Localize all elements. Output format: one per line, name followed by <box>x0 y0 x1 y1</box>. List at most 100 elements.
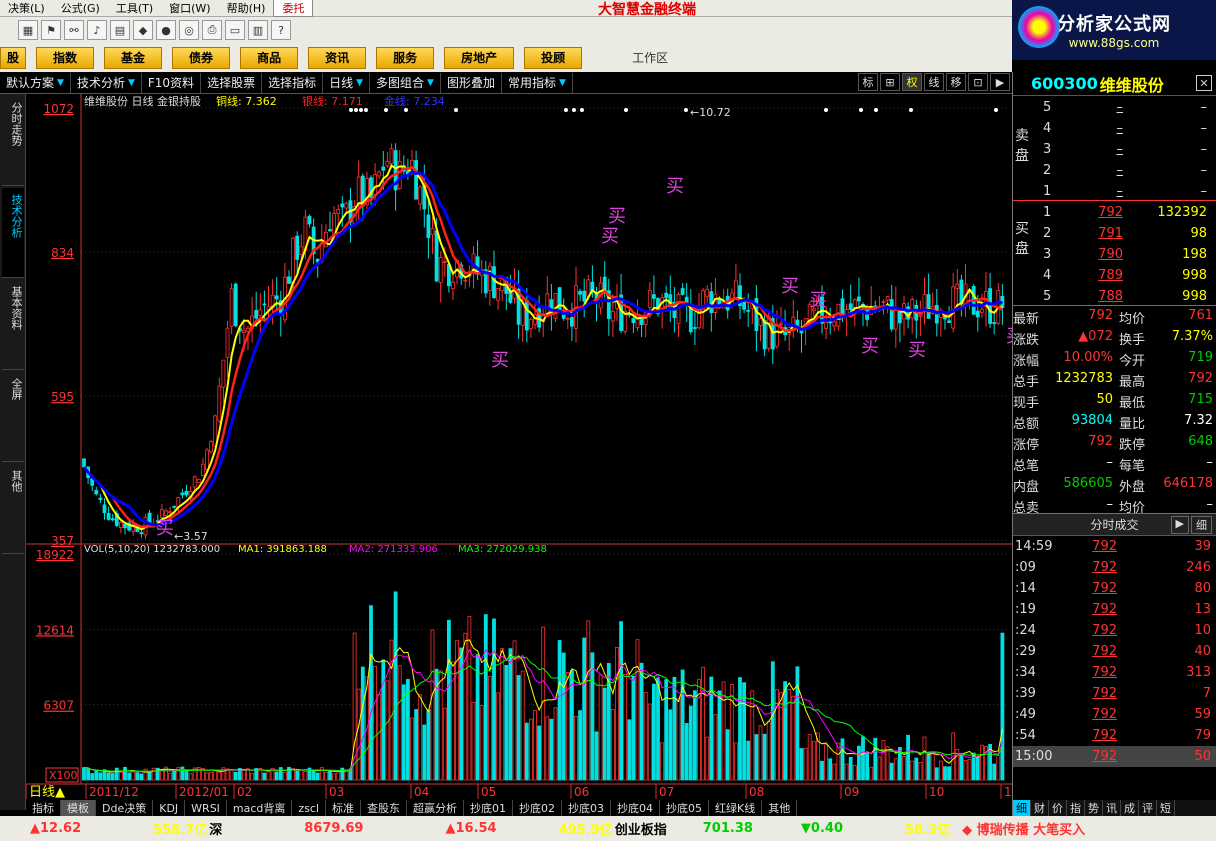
chart-tab[interactable]: 图形叠加 <box>441 72 502 93</box>
chart-tool-button[interactable]: ⊡ <box>968 73 988 91</box>
nav-button[interactable]: 房地产 <box>444 46 515 69</box>
indicator-tab[interactable]: 抄底01 <box>464 800 514 816</box>
candle-body <box>992 322 997 324</box>
nav-button[interactable]: 投顾 <box>524 46 583 69</box>
chart-icon[interactable]: ▤ <box>110 20 130 40</box>
alarm-icon[interactable]: ♪ <box>87 20 107 40</box>
chart-tool-button[interactable]: ⊞ <box>880 73 900 91</box>
binoculars-icon[interactable]: ⚯ <box>64 20 84 40</box>
indicator-tab[interactable]: 查股东 <box>361 800 408 816</box>
side-tab[interactable]: 技术分析 <box>2 188 24 278</box>
chart-tab[interactable]: 技术分析 ▼ <box>71 72 142 93</box>
chart-tab[interactable]: 多图组合 ▼ <box>370 72 441 93</box>
chart-tab[interactable]: 选择股票 <box>201 72 263 93</box>
side-tab[interactable]: 分时走势 <box>2 96 24 186</box>
menu-item[interactable]: 帮助(H) <box>219 0 274 16</box>
indicator-tab[interactable]: 模板 <box>61 800 96 816</box>
menu-item[interactable]: 工具(T) <box>108 0 161 16</box>
chart-tab[interactable]: F10资料 <box>142 72 202 93</box>
grid-icon[interactable]: ▦ <box>18 20 38 40</box>
kline-chart[interactable]: 1072 834 595 357 维维股份 日线 金银持股 铜线: 7.362 银线: 7.… <box>26 94 1012 800</box>
flag-icon[interactable]: ⚑ <box>41 20 61 40</box>
chart-tool-button[interactable]: 线 <box>924 73 944 91</box>
candle-body <box>356 176 361 206</box>
book-icon[interactable]: ▥ <box>248 20 268 40</box>
panel-tab[interactable]: 价 <box>1049 800 1067 816</box>
detail-button[interactable]: 细 <box>1191 516 1212 534</box>
indicator-tab[interactable]: 标准 <box>326 800 362 816</box>
panel-tab[interactable]: 成 <box>1121 800 1139 816</box>
indicator-tab[interactable]: 抄底02 <box>513 800 563 816</box>
indicator-tab[interactable]: KDJ <box>153 800 186 816</box>
close-icon[interactable]: ✕ <box>1196 75 1212 91</box>
volume-bar <box>537 725 542 781</box>
globe-icon[interactable]: ◎ <box>179 20 199 40</box>
volume-bar <box>918 762 923 781</box>
chart-tab[interactable]: 选择指标 <box>262 72 324 93</box>
circle-icon[interactable]: ● <box>156 20 176 40</box>
candle-body <box>291 237 296 284</box>
candle-body <box>951 286 956 329</box>
panel-tab[interactable]: 讯 <box>1103 800 1121 816</box>
nav-button[interactable]: 股 <box>0 46 27 69</box>
chart-tab[interactable]: 日线 ▼ <box>323 72 371 93</box>
panel-tab[interactable]: 指 <box>1067 800 1085 816</box>
chart-tab[interactable]: 默认方案 ▼ <box>0 72 71 93</box>
chart-tab[interactable]: 常用指标 ▼ <box>502 72 573 93</box>
panel-tab[interactable]: 评 <box>1139 800 1157 816</box>
chart-tool-button[interactable]: 标 <box>858 73 878 91</box>
indicator-tab[interactable]: 指标 <box>26 800 61 816</box>
indicator-tab[interactable]: 超赢分析 <box>407 800 465 816</box>
panel-tab[interactable]: 财 <box>1031 800 1049 816</box>
nav-button[interactable]: 基金 <box>104 46 163 69</box>
candle-body <box>225 327 230 358</box>
signal-dot <box>909 108 913 112</box>
indicator-tab[interactable]: 抄底05 <box>660 800 710 816</box>
help-icon[interactable]: ? <box>271 20 291 40</box>
tick-row: 14:59 792 39 <box>1013 536 1216 557</box>
candle-body <box>824 322 828 330</box>
volume-bar <box>217 771 222 781</box>
nav-button[interactable]: 服务 <box>376 46 435 69</box>
tick-price: 792 <box>1092 644 1117 659</box>
panel-tab[interactable]: 短 <box>1157 800 1175 816</box>
side-tab[interactable]: 全屏 <box>2 372 24 462</box>
sell-label: 卖盘 <box>1015 128 1029 164</box>
panel-tab[interactable]: 细 <box>1013 800 1031 816</box>
menu-item[interactable]: 窗口(W) <box>161 0 218 16</box>
tick-row: :39 792 7 <box>1013 683 1216 704</box>
indicator-tab[interactable]: macd背离 <box>227 800 293 816</box>
nav-button[interactable]: 资讯 <box>308 46 367 69</box>
indicator-tab[interactable]: 抄底04 <box>611 800 661 816</box>
indicator-tab[interactable]: Dde决策 <box>96 800 154 816</box>
candle-body <box>102 504 107 514</box>
menu-item[interactable]: 委托 <box>273 0 314 17</box>
play-icon[interactable]: ▶ <box>1170 516 1189 534</box>
volume-bar <box>574 716 578 781</box>
nav-button[interactable]: 指数 <box>36 46 95 69</box>
candle-body <box>139 532 144 535</box>
diamond-icon[interactable]: ◆ <box>133 20 153 40</box>
menu-item[interactable]: 决策(L) <box>0 0 53 16</box>
chart-tool-button[interactable]: ▶ <box>990 73 1010 91</box>
chart-tool-button[interactable]: 权 <box>902 73 922 91</box>
indicator-tab[interactable]: 抄底03 <box>562 800 612 816</box>
window-icon[interactable]: ▭ <box>225 20 245 40</box>
nav-button[interactable]: 商品 <box>240 46 299 69</box>
side-tab[interactable]: 其他 <box>2 464 24 554</box>
indicator-tab[interactable]: WRSI <box>185 800 227 816</box>
chart-tool-button[interactable]: 移 <box>946 73 966 91</box>
indicator-tab[interactable]: 其他 <box>762 800 798 816</box>
panel-tab[interactable]: 势 <box>1085 800 1103 816</box>
nav-button[interactable]: 债券 <box>172 46 231 69</box>
menu-item[interactable]: 公式(G) <box>53 0 108 16</box>
indicator-tab[interactable]: 红绿K线 <box>709 800 763 816</box>
candle-body <box>106 513 111 520</box>
news-ticker[interactable]: ◆ 博瑞传播 大笔买入 <box>962 819 1085 838</box>
side-tab[interactable]: 基本资料 <box>2 280 24 370</box>
quote-label: 涨跌 <box>1013 333 1040 348</box>
print-icon[interactable]: ⎙ <box>202 20 222 40</box>
indicator-tab[interactable]: zscl <box>292 800 327 816</box>
workarea-label[interactable]: 工作区 <box>632 49 668 66</box>
candle-body <box>299 246 304 255</box>
